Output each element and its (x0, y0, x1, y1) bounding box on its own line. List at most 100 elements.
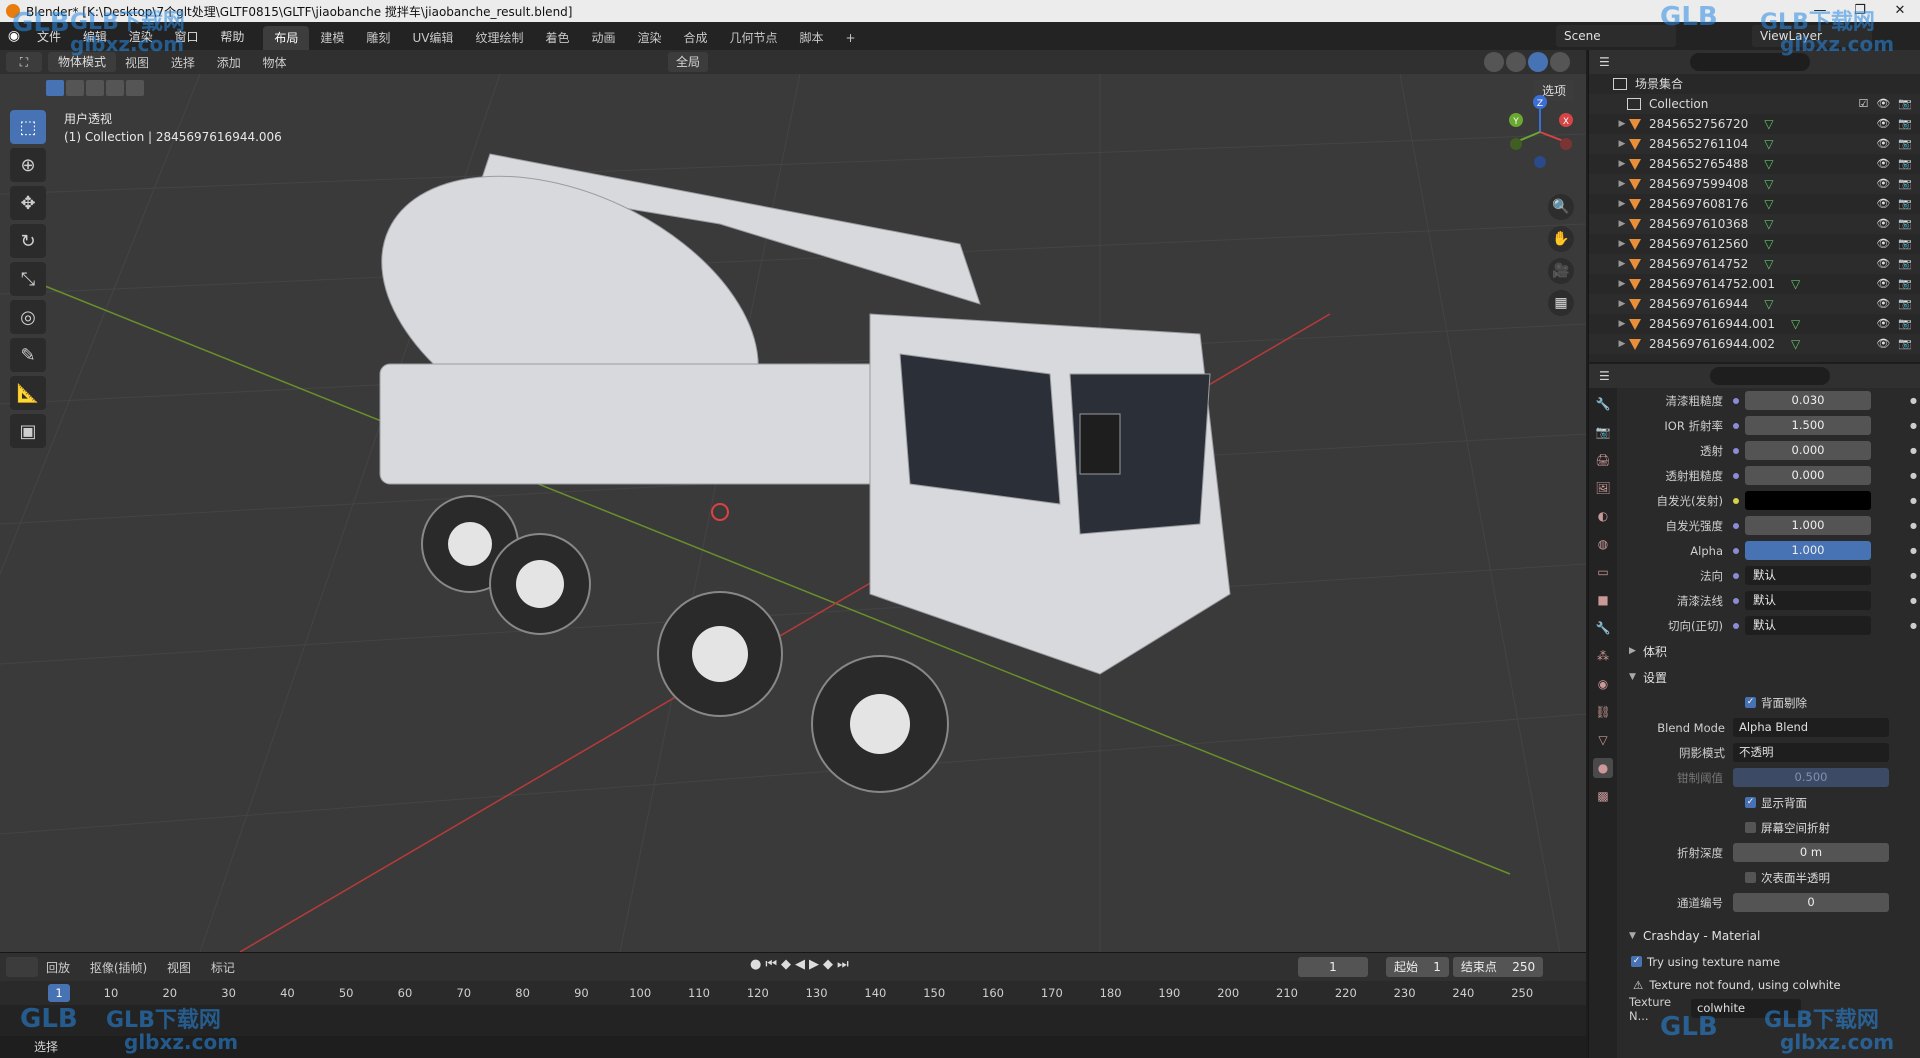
current-frame-field[interactable]: 1 (1298, 957, 1368, 977)
camera-view-icon[interactable]: 🎥 (1548, 258, 1574, 284)
property-value-field[interactable]: 1.000 (1745, 516, 1871, 535)
next-keyframe-icon[interactable]: ◆ (823, 957, 833, 972)
tab-scripting[interactable]: 脚本 (789, 26, 835, 50)
eye-icon[interactable]: 👁 (1876, 314, 1890, 334)
output-tab-icon[interactable]: 🖨 (1593, 450, 1613, 470)
tool-tab-icon[interactable]: 🔧 (1593, 394, 1613, 414)
outliner-item[interactable]: ▶ 2845697616944.002 ▽ 👁 📷 (1589, 334, 1920, 354)
scene-selector[interactable]: Scene (1556, 25, 1676, 47)
render-tab-icon[interactable]: 📷 (1593, 422, 1613, 442)
modifier-tab-icon[interactable]: 🔧 (1593, 618, 1613, 638)
checkbox-icon[interactable]: ☑ (1858, 94, 1868, 114)
wireframe-shading-icon[interactable] (1484, 52, 1504, 72)
refraction-depth-field[interactable]: 0 m (1733, 843, 1889, 862)
outliner-item[interactable]: ▶ 2845697612560 ▽ 👁 📷 (1589, 234, 1920, 254)
socket-icon[interactable] (1733, 522, 1739, 529)
eye-icon[interactable]: 👁 (1876, 174, 1890, 194)
tab-layout[interactable]: 布局 (263, 26, 310, 50)
settings-section[interactable]: ▼ 设置 (1623, 664, 1917, 690)
menu-timeline-view[interactable]: 视图 (159, 961, 199, 975)
tab-uv-editing[interactable]: UV编辑 (401, 26, 464, 50)
keyframe-dot-icon[interactable]: ● (1910, 421, 1917, 430)
outliner-search-input[interactable] (1689, 53, 1810, 71)
keyframe-dot-icon[interactable]: ● (1910, 396, 1917, 405)
cursor-icon[interactable]: ⊕ (10, 148, 46, 182)
properties-editor-icon[interactable]: ☰ (1599, 369, 1610, 383)
blender-menu-icon[interactable]: ◉ (0, 28, 28, 44)
socket-icon[interactable] (1733, 597, 1739, 604)
mesh-data-icon[interactable]: ▽ (1764, 254, 1773, 274)
close-button[interactable]: ✕ (1880, 0, 1920, 22)
transform-icon[interactable]: ◎ (10, 300, 46, 334)
property-value-field[interactable]: 1.000 (1745, 541, 1871, 560)
texture-tab-icon[interactable]: ▩ (1593, 786, 1613, 806)
maximize-button[interactable]: ❐ (1840, 0, 1880, 22)
expand-arrow-icon[interactable]: ▶ (1615, 174, 1629, 194)
prev-keyframe-icon[interactable]: ◆ (781, 957, 791, 972)
camera-icon[interactable]: 📷 (1898, 194, 1912, 214)
zoom-icon[interactable]: 🔍 (1548, 194, 1574, 220)
volume-section[interactable]: ▶ 体积 (1623, 638, 1917, 664)
outliner-collection[interactable]: Collection ☑ 👁 📷 (1589, 94, 1920, 114)
outliner-editor-icon[interactable]: ☰ (1599, 55, 1610, 69)
property-value-field[interactable]: 默认 (1745, 591, 1871, 610)
outliner-scene-collection[interactable]: 场景集合 (1589, 74, 1920, 94)
menu-edit[interactable]: 编辑 (74, 30, 116, 44)
menu-playback[interactable]: 回放 (38, 961, 78, 975)
socket-icon[interactable] (1733, 472, 1739, 479)
camera-icon[interactable]: 📷 (1898, 94, 1912, 114)
tab-modeling[interactable]: 建模 (309, 26, 355, 50)
mesh-data-icon[interactable]: ▽ (1764, 114, 1773, 134)
crashday-material-section[interactable]: ▼ Crashday - Material (1623, 923, 1917, 949)
expand-arrow-icon[interactable]: ▶ (1615, 154, 1629, 174)
select-subtract-icon[interactable] (86, 80, 104, 96)
camera-icon[interactable]: 📷 (1898, 254, 1912, 274)
solid-shading-icon[interactable] (1506, 52, 1526, 72)
camera-icon[interactable]: 📷 (1898, 214, 1912, 234)
property-value-field[interactable]: 0.030 (1745, 391, 1871, 410)
menu-view[interactable]: 视图 (116, 56, 158, 70)
menu-object[interactable]: 物体 (254, 56, 296, 70)
keyframe-dot-icon[interactable]: ● (1910, 446, 1917, 455)
expand-arrow-icon[interactable]: ▶ (1615, 114, 1629, 134)
jump-start-icon[interactable]: ⏮ (765, 957, 777, 972)
mesh-data-icon[interactable]: ▽ (1764, 214, 1773, 234)
subsurface-translucency-checkbox[interactable]: 次表面半透明 (1623, 865, 1917, 890)
clip-threshold-field[interactable]: 0.500 (1733, 768, 1889, 787)
menu-keying[interactable]: 抠像(插帧) (82, 961, 155, 975)
3d-viewport[interactable]: 用户透视 (1) Collection | 2845697616944.006 … (0, 74, 1586, 952)
menu-add[interactable]: 添加 (208, 56, 250, 70)
play-reverse-icon[interactable]: ◀ (795, 957, 805, 972)
eye-icon[interactable]: 👁 (1876, 94, 1890, 114)
keyframe-dot-icon[interactable]: ● (1910, 596, 1917, 605)
expand-arrow-icon[interactable]: ▶ (1615, 214, 1629, 234)
play-icon[interactable]: ▶ (809, 957, 819, 972)
select-box-icon[interactable]: ⬚ (10, 110, 46, 144)
camera-icon[interactable]: 📷 (1898, 154, 1912, 174)
try-texture-name-checkbox[interactable]: ✓ Try using texture name (1623, 949, 1917, 974)
expand-arrow-icon[interactable]: ▶ (1615, 194, 1629, 214)
keyframe-dot-icon[interactable]: ● (1910, 571, 1917, 580)
timeline-editor-icon[interactable] (6, 957, 38, 977)
mesh-data-icon[interactable]: ▽ (1791, 334, 1800, 354)
keyframe-dot-icon[interactable]: ● (1910, 546, 1917, 555)
pan-hand-icon[interactable]: ✋ (1548, 226, 1574, 252)
mesh-data-icon[interactable]: ▽ (1764, 174, 1773, 194)
socket-icon[interactable] (1733, 547, 1739, 554)
eye-icon[interactable]: 👁 (1876, 114, 1890, 134)
expand-arrow-icon[interactable]: ▶ (1615, 234, 1629, 254)
mode-selector[interactable]: 物体模式 (48, 52, 117, 72)
physics-tab-icon[interactable]: ◉ (1593, 674, 1613, 694)
expand-arrow-icon[interactable]: ▶ (1615, 274, 1629, 294)
mesh-data-icon[interactable]: ▽ (1791, 314, 1800, 334)
add-cube-icon[interactable]: ▣ (10, 414, 46, 448)
property-value-field[interactable] (1745, 491, 1871, 510)
current-frame-marker[interactable]: 1 (48, 984, 70, 1002)
expand-arrow-icon[interactable]: ▶ (1615, 314, 1629, 334)
tab-shading[interactable]: 着色 (534, 26, 580, 50)
select-invert-icon[interactable] (106, 80, 124, 96)
editor-type-icon[interactable]: ⛶ (6, 52, 42, 72)
camera-icon[interactable]: 📷 (1898, 334, 1912, 354)
annotate-icon[interactable]: ✎ (10, 338, 46, 372)
select-intersect-icon[interactable] (126, 80, 144, 96)
